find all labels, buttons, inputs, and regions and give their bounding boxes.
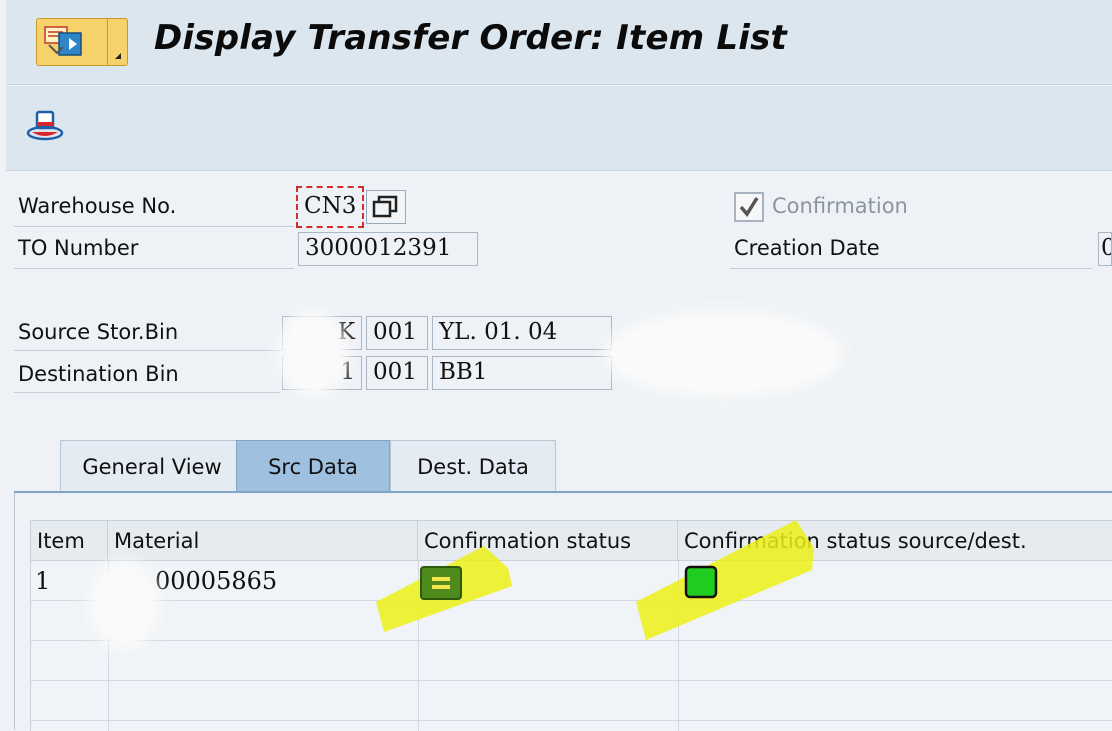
warehouse-underline: [14, 226, 294, 227]
possible-entries-icon: [372, 195, 398, 218]
possible-entries-button[interactable]: [366, 190, 406, 224]
creation-date-field[interactable]: 0: [1098, 232, 1112, 266]
confirmation-label: Confirmation: [772, 194, 908, 218]
to-number-underline: [14, 268, 294, 269]
title-bar: Display Transfer Order: Item List: [6, 0, 1112, 85]
menu-icon: [44, 26, 82, 56]
checkmark-icon: [739, 197, 759, 217]
page-title: Display Transfer Order: Item List: [154, 18, 787, 58]
source-bin-underline: [14, 350, 280, 351]
redaction-mark: [612, 318, 836, 390]
application-toolbar: [6, 86, 1112, 171]
app-menu-button[interactable]: [36, 18, 128, 66]
redaction-mark: [96, 568, 152, 642]
tab-label: Src Data: [268, 454, 358, 479]
destination-section-field[interactable]: 001: [366, 356, 428, 390]
item-table: Item Material Confirmation status Confir…: [30, 520, 1112, 731]
redaction-mark: [286, 318, 340, 390]
table-row[interactable]: [31, 641, 1112, 681]
creation-date-underline: [730, 268, 1092, 269]
green-status-icon: [684, 565, 718, 599]
material-cell: 00005865: [155, 567, 278, 595]
warehouse-input[interactable]: CN3: [296, 186, 364, 228]
source-section-field[interactable]: 001: [366, 316, 428, 350]
table-row[interactable]: [31, 601, 1112, 641]
to-number-label: TO Number: [18, 236, 139, 260]
column-header-material[interactable]: Material: [108, 521, 418, 561]
source-storage-bin-field[interactable]: YL. 01. 04: [432, 316, 612, 350]
tab-label: Dest. Data: [417, 454, 529, 479]
to-number-field[interactable]: 3000012391: [298, 232, 478, 266]
tab-src-data[interactable]: Src Data: [236, 440, 390, 492]
creation-date-label: Creation Date: [734, 236, 880, 260]
destination-storage-bin-field[interactable]: BB1: [432, 356, 612, 390]
confirmation-checkbox[interactable]: [734, 192, 764, 222]
item-number-cell: 1: [35, 567, 51, 595]
tab-dest-data[interactable]: Dest. Data: [390, 440, 556, 492]
equal-status-icon: [420, 566, 462, 600]
display-hat-icon[interactable]: [24, 106, 68, 146]
highlighter-mark: [636, 520, 814, 640]
source-bin-label: Source Stor.Bin: [18, 320, 179, 344]
tab-label: General View: [82, 454, 222, 479]
warehouse-label: Warehouse No.: [18, 194, 177, 218]
tab-general-view[interactable]: General View: [60, 440, 244, 492]
column-header-item[interactable]: Item: [31, 521, 108, 561]
menu-separator: [107, 19, 108, 65]
destination-bin-underline: [14, 392, 280, 393]
table-row[interactable]: [31, 681, 1112, 721]
menu-dropdown-arrow-icon[interactable]: [115, 53, 121, 59]
destination-bin-label: Destination Bin: [18, 362, 179, 386]
